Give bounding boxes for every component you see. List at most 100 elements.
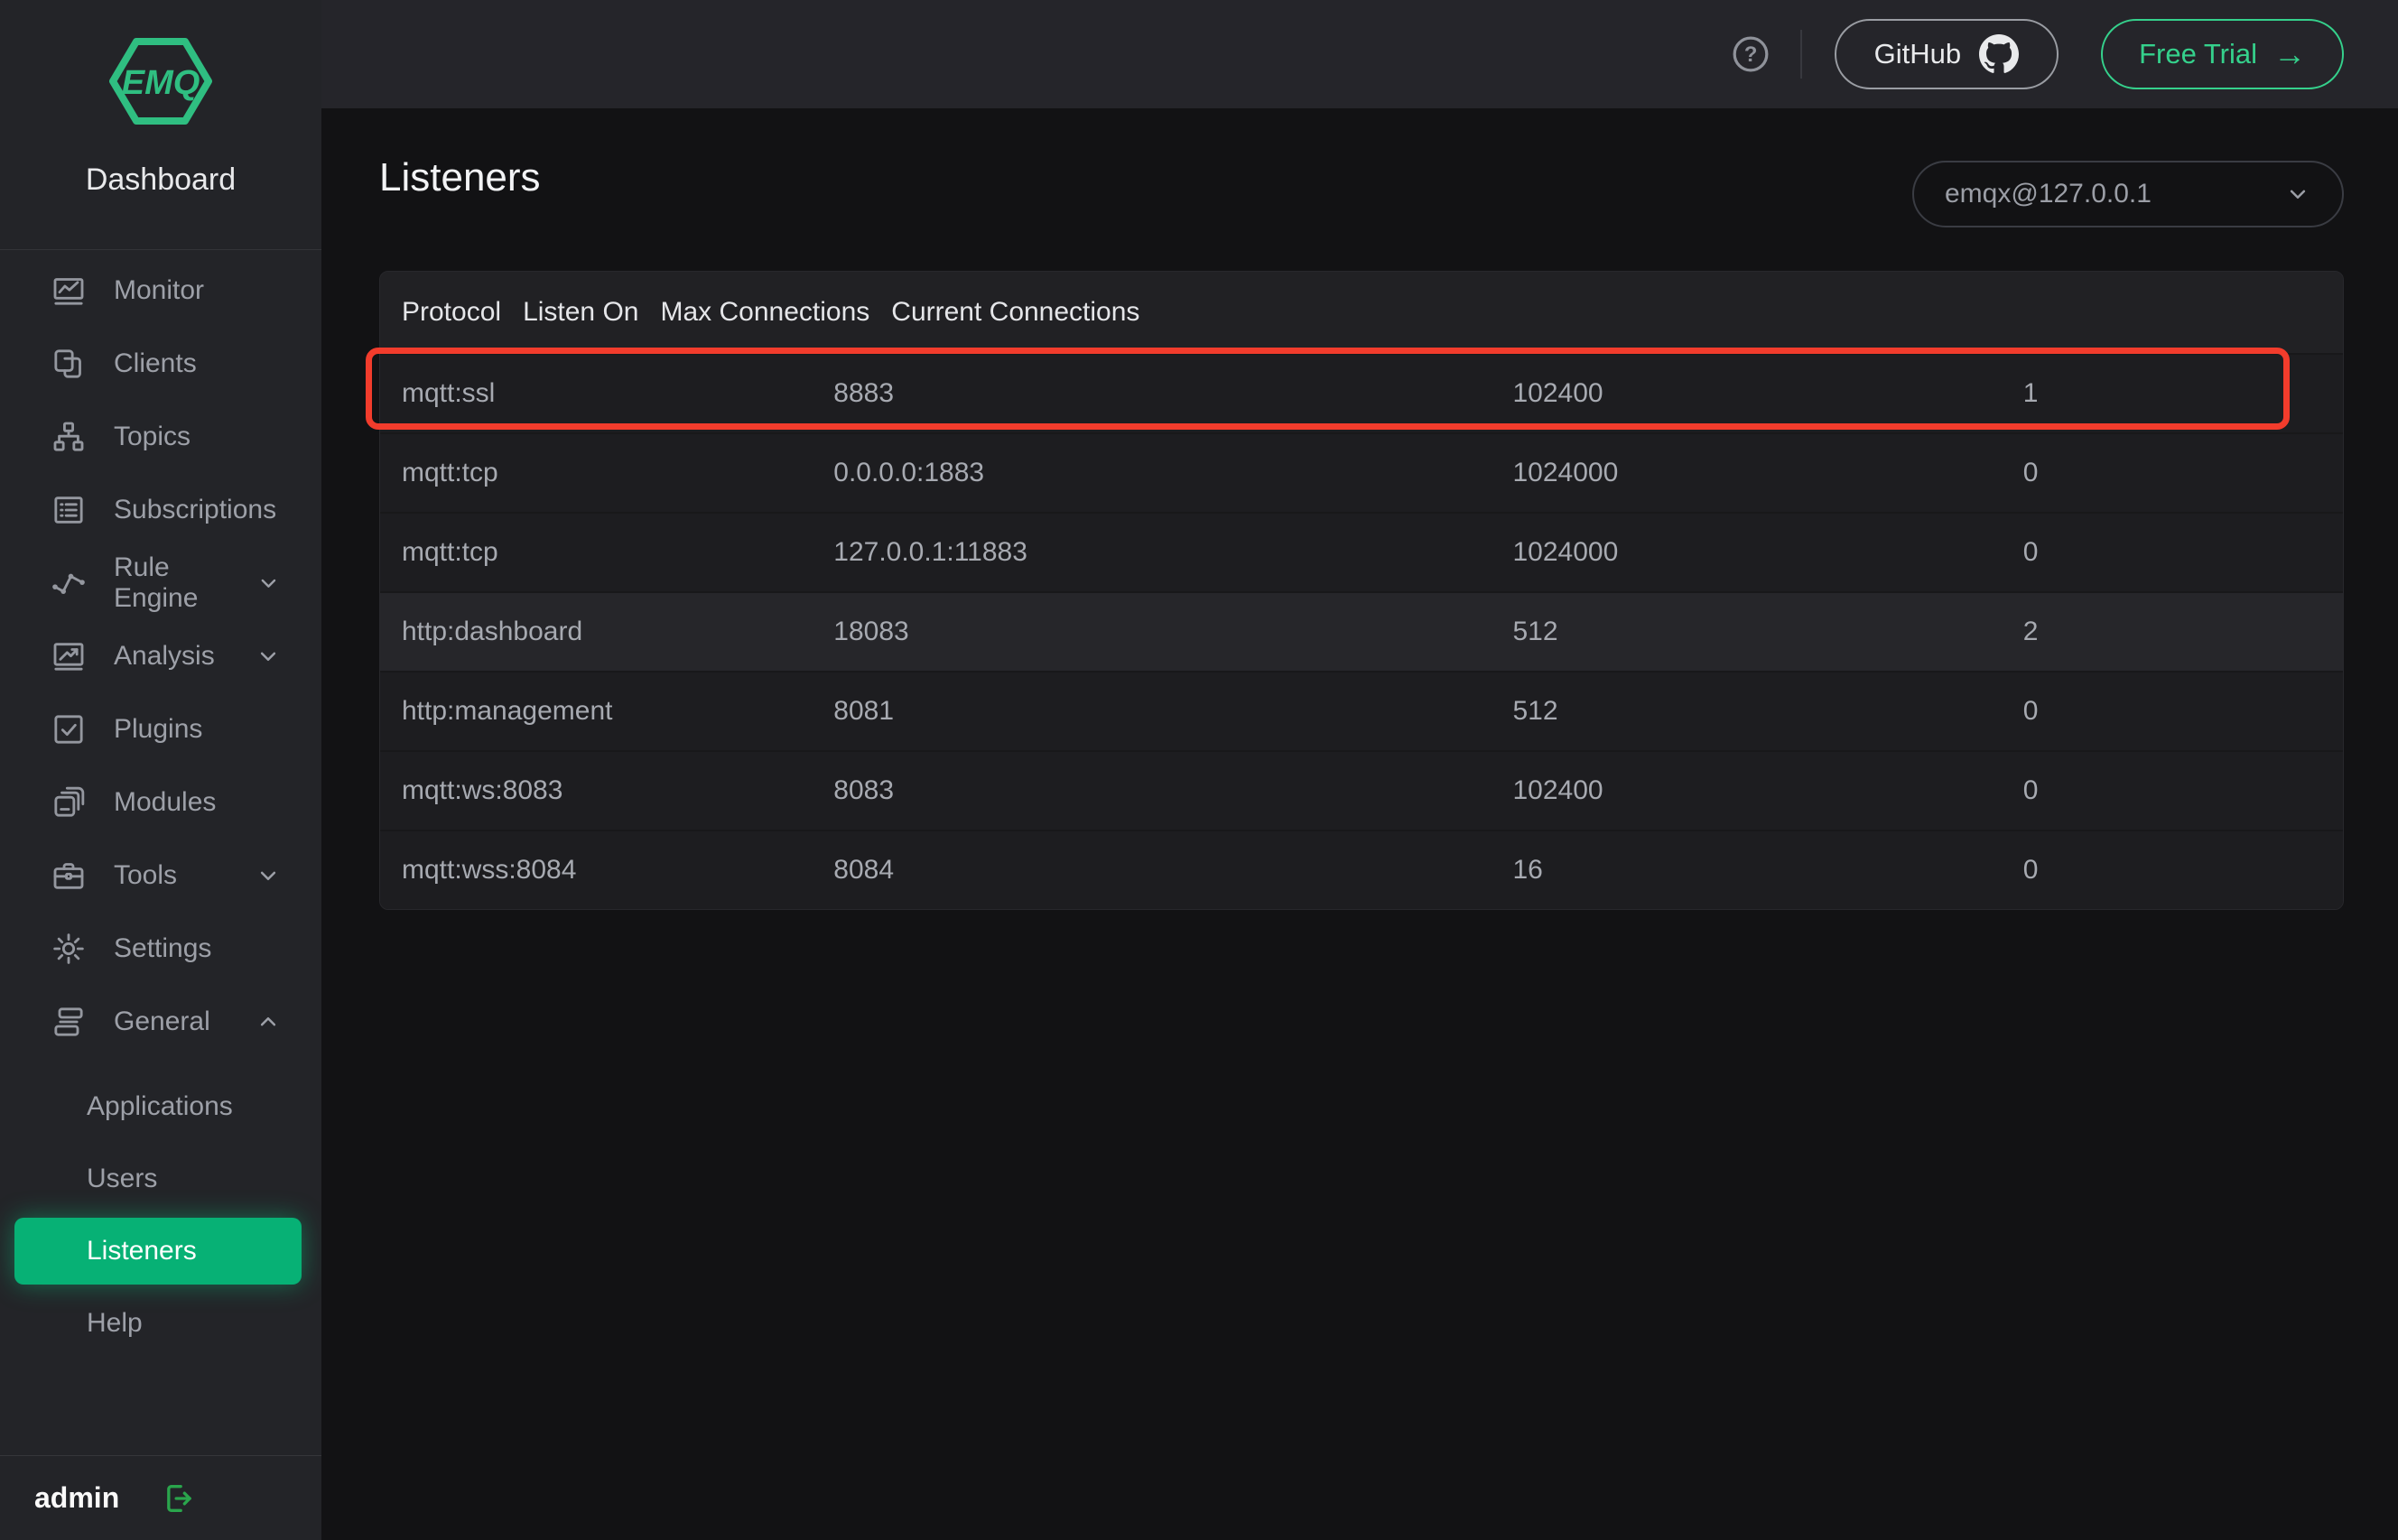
cell-listen-on: 8081 [833, 696, 895, 726]
svg-text:EMQ: EMQ [122, 64, 200, 102]
sidebar-menu: Monitor Clients Topics Subscriptions Rul… [0, 250, 321, 1058]
sidebar-item[interactable]: Tools [0, 839, 321, 912]
rule-engine-icon [51, 565, 87, 601]
column-header: Listen On [523, 297, 639, 327]
emq-logo-icon: EMQ [109, 38, 212, 125]
logged-in-user: admin [34, 1481, 120, 1514]
sidebar-subitem[interactable]: Applications [0, 1071, 321, 1143]
sidebar-item[interactable]: Topics [0, 400, 321, 473]
arrow-right-icon: → [2273, 35, 2306, 72]
cell-protocol: mqtt:wss:8084 [402, 855, 577, 885]
cell-protocol: mqtt:ssl [402, 378, 496, 408]
table-header-row: Protocol Listen On Max Connections Current … [380, 272, 2343, 353]
page-title: Listeners [379, 155, 541, 199]
sidebar-item[interactable]: Plugins [0, 692, 321, 765]
settings-icon [51, 931, 87, 967]
analysis-icon [51, 638, 87, 674]
topics-icon [51, 419, 87, 455]
table-row: mqtt:tcp 127.0.0.1:11883 1024000 0 [380, 512, 2343, 591]
sidebar-item-label: Plugins [114, 713, 203, 744]
sidebar-item[interactable]: Modules [0, 765, 321, 839]
sidebar-item[interactable]: Settings [0, 912, 321, 985]
topbar: GitHub Free Trial → [321, 0, 2398, 108]
main-area: GitHub Free Trial → Listeners emqx@127.0… [321, 0, 2398, 1540]
cell-listen-on: 8883 [833, 378, 895, 408]
sidebar-item-label: Clients [114, 348, 197, 378]
cell-listen-on: 8083 [833, 775, 895, 805]
cell-protocol: mqtt:ws:8083 [402, 775, 563, 805]
chevron-down-icon [256, 570, 282, 597]
sidebar-subitem[interactable]: Listeners [14, 1218, 302, 1285]
column-header: Current Connections [891, 297, 1140, 327]
general-icon [51, 1004, 87, 1040]
sidebar-item-label: Subscriptions [114, 494, 277, 524]
cell-current-connections: 0 [2022, 855, 2039, 885]
general-submenu: Applications Users Listeners Help [0, 1071, 321, 1359]
github-icon [1979, 34, 2019, 74]
github-button-label: GitHub [1873, 38, 1962, 70]
plugins-icon [51, 711, 87, 747]
content: Listeners emqx@127.0.0.1 Protocol Listen … [321, 108, 2398, 1540]
subscriptions-icon [51, 492, 87, 528]
free-trial-button[interactable]: Free Trial → [2101, 19, 2344, 89]
sidebar-item-label: Analysis [114, 640, 215, 671]
logout-icon[interactable] [159, 1480, 195, 1517]
cell-listen-on: 8084 [833, 855, 895, 885]
sidebar-item[interactable]: Monitor [0, 254, 321, 327]
cell-protocol: http:dashboard [402, 617, 583, 646]
chevron-down-icon [255, 643, 282, 670]
table-row: mqtt:ws:8083 8083 102400 0 [380, 750, 2343, 830]
sidebar-item-label: General [114, 1006, 210, 1036]
clients-icon [51, 346, 87, 382]
cell-max-connections: 512 [1512, 617, 1558, 646]
sidebar-item-label: Tools [114, 859, 178, 890]
chevron-down-icon [255, 862, 282, 889]
sidebar-item-label: Topics [114, 421, 191, 451]
cell-protocol: mqtt:tcp [402, 458, 498, 487]
sidebar-subitem-label: Applications [87, 1091, 233, 1121]
sidebar-item[interactable]: Analysis [0, 619, 321, 692]
sidebar-item-label: Settings [114, 932, 212, 963]
help-circle-icon[interactable] [1730, 33, 1771, 75]
user-bar: admin [0, 1455, 321, 1540]
sidebar: EMQ Dashboard Monitor Clients Topics Sub… [0, 0, 321, 1540]
sidebar-item[interactable]: General [0, 985, 321, 1058]
cell-protocol: mqtt:tcp [402, 537, 498, 567]
cell-max-connections: 1024000 [1512, 537, 1619, 567]
table-row: mqtt:tcp 0.0.0.0:1883 1024000 0 [380, 432, 2343, 512]
sidebar-subitem-label: Listeners [87, 1236, 197, 1266]
cell-current-connections: 0 [2022, 775, 2039, 805]
sidebar-subitem[interactable]: Help [0, 1287, 321, 1359]
free-trial-label: Free Trial [2139, 38, 2257, 70]
sidebar-item[interactable]: Subscriptions [0, 473, 321, 546]
cell-current-connections: 0 [2022, 458, 2039, 487]
table-row: mqtt:ssl 8883 102400 1 [380, 353, 2343, 432]
column-header: Max Connections [660, 297, 870, 327]
cell-max-connections: 512 [1512, 696, 1558, 726]
sidebar-item-label: Rule Engine [114, 552, 199, 613]
cell-listen-on: 18083 [833, 617, 909, 646]
tools-icon [51, 858, 87, 894]
sidebar-item[interactable]: Clients [0, 327, 321, 400]
sidebar-subitem-label: Users [87, 1164, 158, 1193]
node-select-dropdown[interactable]: emqx@127.0.0.1 [1912, 161, 2344, 227]
sidebar-item-label: Modules [114, 786, 217, 817]
cell-max-connections: 16 [1512, 855, 1543, 885]
cell-max-connections: 102400 [1512, 378, 1603, 408]
sidebar-item[interactable]: Rule Engine [0, 546, 321, 619]
cell-max-connections: 1024000 [1512, 458, 1619, 487]
sidebar-item-label: Monitor [114, 274, 205, 305]
chevron-down-icon [255, 1008, 282, 1035]
cell-current-connections: 2 [2022, 617, 2039, 646]
cell-protocol: http:management [402, 696, 613, 726]
listeners-table: Protocol Listen On Max Connections Current … [379, 271, 2344, 910]
chevron-down-icon [2284, 181, 2311, 208]
github-button[interactable]: GitHub [1834, 19, 2059, 89]
sidebar-subitem[interactable]: Users [0, 1143, 321, 1215]
monitor-icon [51, 273, 87, 309]
sidebar-subitem-label: Help [87, 1308, 143, 1338]
node-select-value: emqx@127.0.0.1 [1945, 179, 2152, 209]
cell-current-connections: 1 [2022, 378, 2039, 408]
brand-title: Dashboard [85, 162, 237, 197]
emqx-dashboard-app: EMQ Dashboard Monitor Clients Topics Sub… [0, 0, 2398, 1540]
